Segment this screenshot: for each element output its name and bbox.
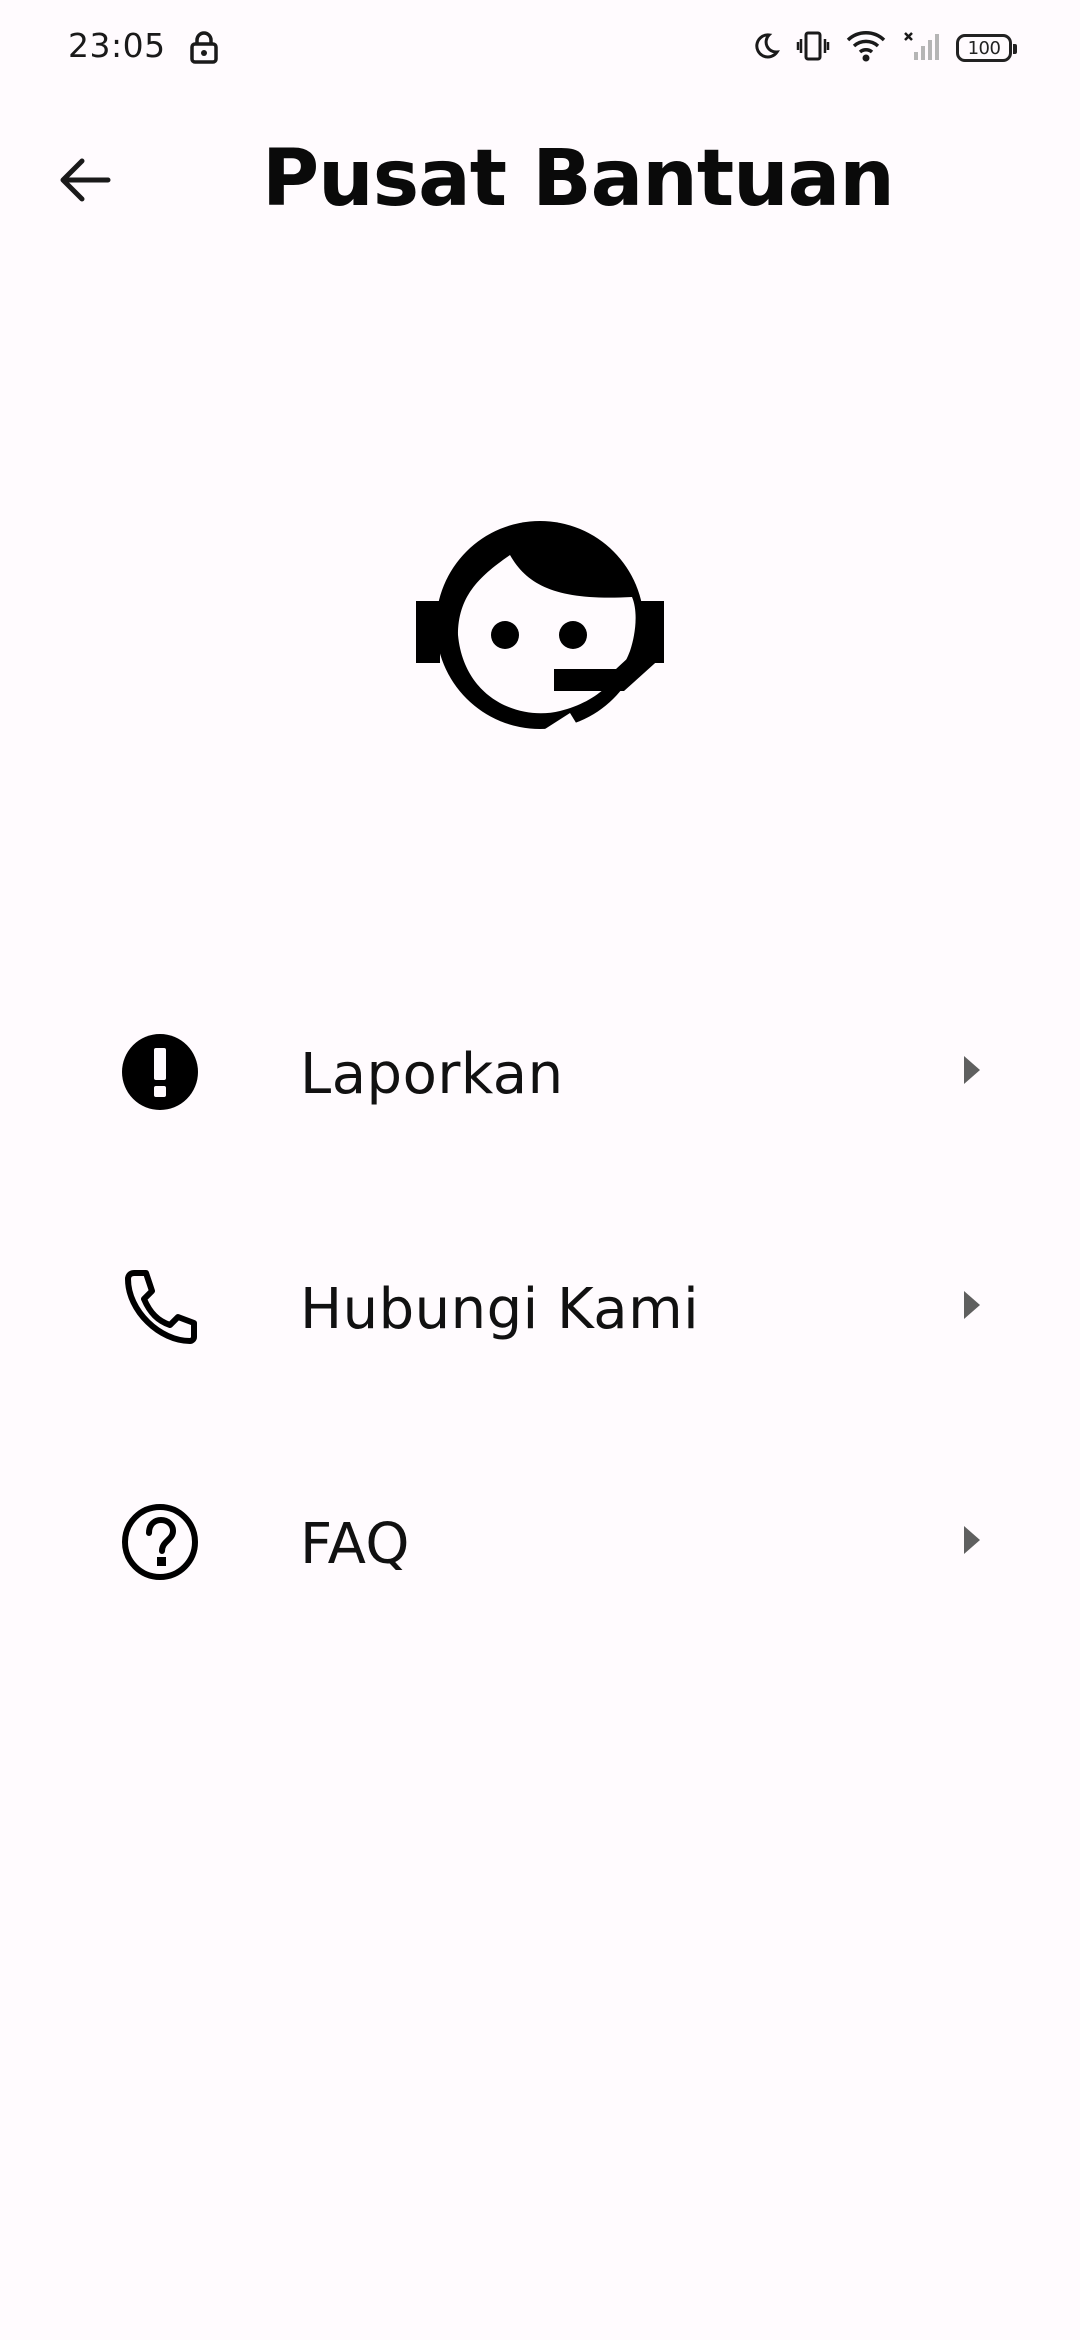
status-time: 23:05 (68, 26, 166, 65)
app-bar: Pusat Bantuan (0, 120, 1080, 242)
menu-item-laporkan[interactable]: Laporkan (0, 1000, 1080, 1140)
battery-icon: 100 (956, 34, 1017, 62)
battery-level: 100 (967, 37, 1001, 59)
phone-icon (118, 1265, 202, 1349)
back-button[interactable] (44, 148, 124, 212)
moon-icon (750, 31, 780, 65)
chevron-right-icon (958, 1050, 988, 1090)
signal-icon (902, 30, 940, 66)
menu-item-faq[interactable]: FAQ (0, 1470, 1080, 1610)
menu-label: FAQ (300, 1512, 410, 1577)
page-title: Pusat Bantuan (262, 134, 895, 224)
menu-label: Hubungi Kami (300, 1277, 700, 1342)
lock-icon (190, 30, 218, 68)
wifi-icon (846, 30, 886, 66)
arrow-back-icon (60, 158, 111, 202)
menu-item-hubungi-kami[interactable]: Hubungi Kami (0, 1235, 1080, 1375)
help-icon (118, 1500, 202, 1584)
chevron-right-icon (958, 1285, 988, 1325)
menu-label: Laporkan (300, 1042, 564, 1107)
chevron-right-icon (958, 1520, 988, 1560)
vibrate-icon (796, 30, 830, 66)
support-agent-icon (410, 505, 670, 745)
status-icons: 100 (750, 28, 1017, 68)
status-bar: 23:05 100 (0, 0, 1080, 96)
report-icon (118, 1030, 202, 1114)
